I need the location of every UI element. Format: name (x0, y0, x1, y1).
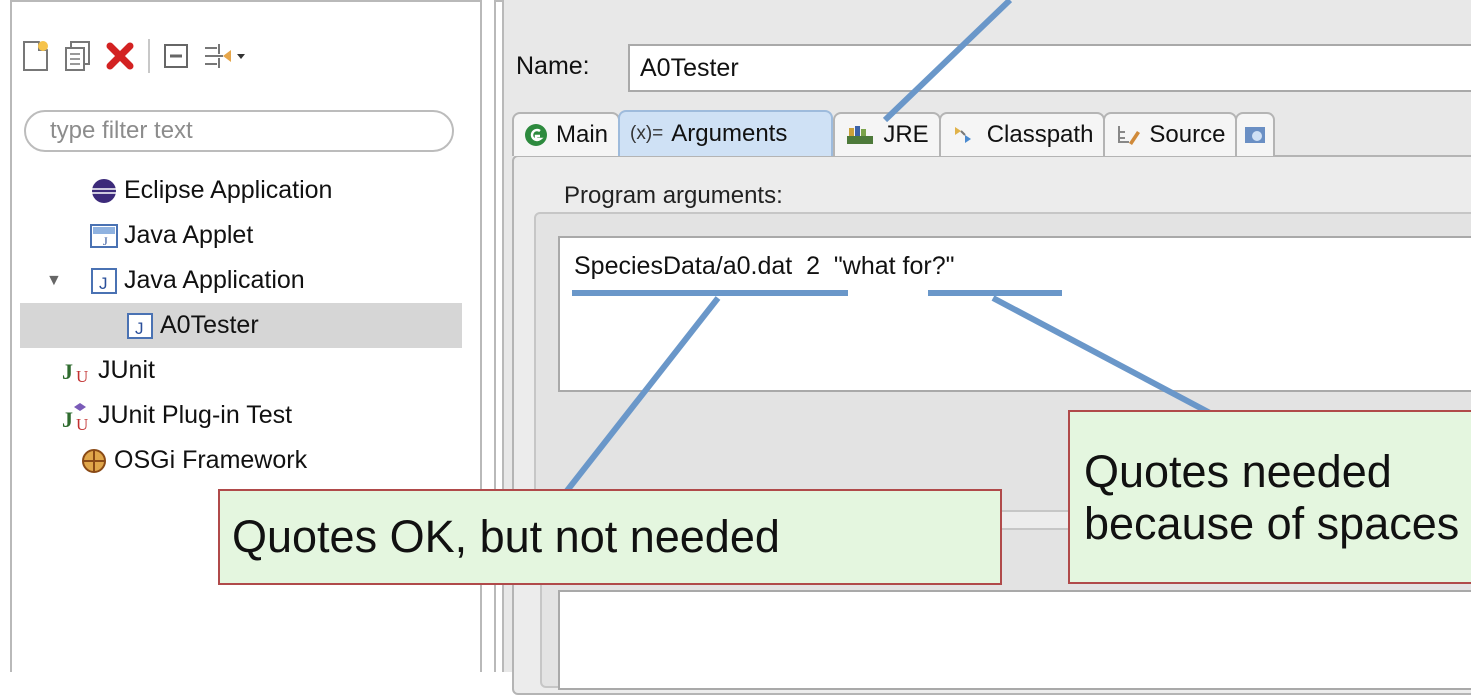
svg-text:J: J (135, 319, 144, 338)
vm-arguments-field[interactable] (558, 590, 1471, 690)
tab-label: JRE (883, 121, 929, 148)
svg-text:U: U (76, 367, 88, 385)
tree-item-junit[interactable]: JU JUnit (20, 348, 462, 393)
tab-source[interactable]: Source (1103, 112, 1238, 156)
tree-item-label: JUnit Plug-in Test (98, 401, 293, 429)
tree-item-java-applet[interactable]: J Java Applet (20, 213, 462, 258)
tab-jre[interactable]: JRE (833, 112, 941, 156)
new-launch-config-icon[interactable] (18, 38, 54, 74)
tab-label: Main (556, 121, 609, 148)
java-application-icon: J (126, 312, 154, 340)
svg-text:J: J (99, 274, 108, 293)
program-arguments-value: SpeciesData/a0.dat 2 "what for?" (574, 252, 955, 280)
eclipse-icon (90, 177, 118, 205)
tree-item-label: Java Application (124, 266, 305, 294)
toolbar-separator (148, 39, 150, 73)
svg-text:U: U (76, 415, 88, 431)
tab-overflow[interactable] (1235, 112, 1276, 156)
tree-item-a0tester[interactable]: J A0Tester (20, 303, 462, 348)
tab-arguments[interactable]: (x)= Arguments (618, 110, 834, 156)
tree-item-osgi-framework[interactable]: OSGi Framework (20, 438, 462, 483)
tab-classpath[interactable]: Classpath (938, 112, 1106, 156)
tab-label: Source (1149, 121, 1226, 148)
callout-quotes-ok: Quotes OK, but not needed (218, 489, 1002, 585)
jre-tab-icon (845, 124, 875, 146)
tree-item-java-application[interactable]: ▼ J Java Application (20, 258, 462, 303)
svg-text:J: J (62, 407, 73, 431)
launch-config-toolbar (18, 36, 254, 76)
config-tabs: Main (x)= Arguments JRE Classpath Source (512, 110, 1276, 156)
launch-config-tree: Eclipse Application J Java Applet ▼ J Ja… (20, 168, 462, 483)
filter-menu-icon[interactable] (200, 38, 248, 74)
tab-label: Classpath (986, 121, 1094, 148)
callout-text: Quotes OK, but not needed (232, 511, 780, 563)
svg-text:J: J (103, 234, 108, 248)
classpath-tab-icon (951, 123, 979, 147)
callout-text-line1: Quotes needed (1084, 446, 1392, 497)
callout-quotes-needed: Quotes needed because of spaces (1068, 410, 1471, 584)
name-value: A0Tester (640, 53, 739, 82)
collapse-all-icon[interactable] (158, 38, 194, 74)
main-tab-icon (524, 123, 548, 147)
tree-item-junit-plugin-test[interactable]: JU JUnit Plug-in Test (20, 393, 462, 438)
source-tab-icon (1115, 123, 1141, 147)
svg-text:J: J (62, 359, 73, 384)
callout-text-line2: because of spaces (1084, 497, 1460, 549)
tree-item-label: A0Tester (160, 311, 259, 339)
junit-icon: JU (62, 357, 96, 385)
osgi-icon (80, 447, 108, 475)
tree-item-eclipse-application[interactable]: Eclipse Application (20, 168, 462, 213)
tab-label: Arguments (671, 120, 788, 147)
tree-item-label: JUnit (98, 356, 155, 384)
delete-icon[interactable] (102, 38, 138, 74)
junit-plugin-icon: JU (62, 402, 96, 431)
filter-input[interactable]: type filter text (24, 110, 454, 152)
name-field[interactable]: A0Tester (628, 44, 1471, 92)
duplicate-icon[interactable] (60, 38, 96, 74)
expand-triangle-icon[interactable]: ▼ (46, 272, 62, 290)
tree-item-label: Eclipse Application (124, 176, 333, 204)
name-label: Name: (516, 52, 590, 80)
program-arguments-label: Program arguments: (564, 182, 783, 209)
arguments-tab-icon: (x)= (630, 123, 664, 144)
java-applet-icon: J (90, 222, 118, 250)
tree-item-label: OSGi Framework (114, 446, 308, 474)
environment-tab-icon (1243, 124, 1267, 146)
tab-main[interactable]: Main (512, 112, 621, 156)
java-application-icon: J (90, 267, 118, 295)
tree-item-label: Java Applet (124, 221, 254, 249)
